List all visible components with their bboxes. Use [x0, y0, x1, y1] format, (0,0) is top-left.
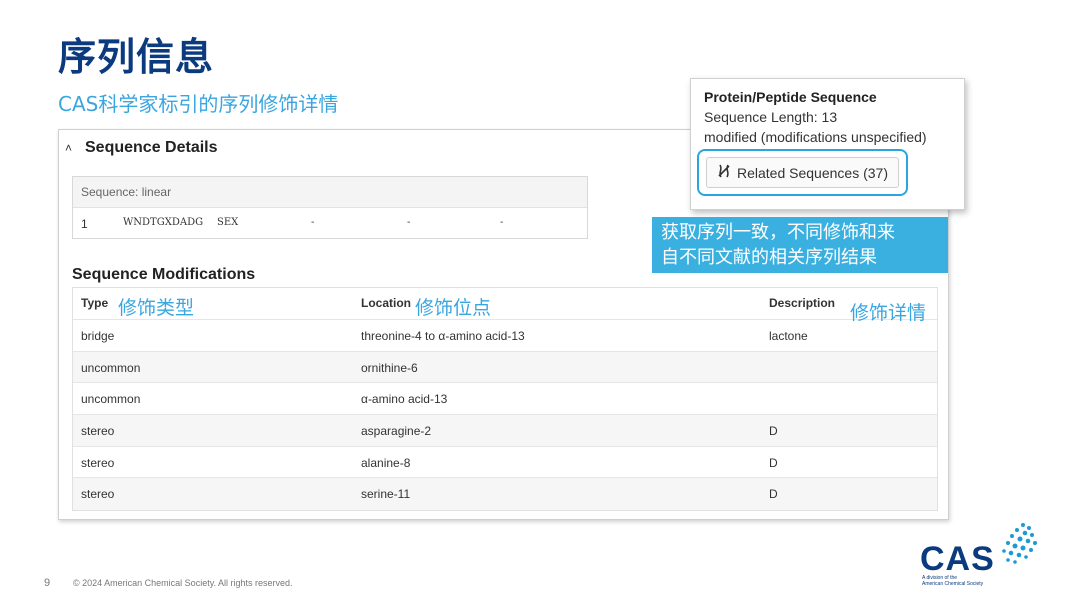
sequence-row-number: 1 [81, 217, 88, 231]
logo-dots-icon [1002, 523, 1037, 564]
page-number: 9 [44, 577, 51, 589]
cell-location: asparagine-2 [361, 424, 432, 439]
callout-line-2: 自不同文献的相关序列结果 [661, 247, 877, 268]
sequence-dash: - [407, 217, 411, 228]
cell-location: threonine-4 to α-amino acid-13 [361, 329, 525, 343]
callout-line-1: 获取序列一致，不同修饰和来 [661, 222, 895, 243]
cell-location: α-amino acid-13 [361, 392, 448, 407]
cell-description: D [769, 487, 778, 502]
slide-subtitle: CAS科学家标引的序列修饰详情 [58, 92, 339, 116]
column-header-location[interactable]: Location [361, 296, 411, 310]
annotation-location: 修饰位点 [415, 297, 492, 319]
panel-title: Sequence Details [85, 139, 218, 156]
sequence-dash: - [500, 217, 504, 228]
column-header-type[interactable]: Type [81, 296, 108, 310]
table-row: bridge threonine-4 to α-amino acid-13 la… [73, 320, 937, 352]
related-sequences-label: Related Sequences (37) [737, 164, 888, 181]
annotation-type: 修饰类型 [118, 297, 195, 319]
column-header-description[interactable]: Description [769, 296, 835, 310]
modification-status: modified (modifications unspecified) [704, 129, 927, 145]
sequence-header: Sequence: linear [73, 177, 587, 208]
sequence-dash: - [311, 217, 315, 228]
copyright-text: © 2024 American Chemical Society. All ri… [73, 578, 293, 588]
cell-type: stereo [81, 487, 115, 502]
modifications-table: Type 修饰类型 Location 修饰位点 Description 修饰详情… [72, 287, 938, 512]
sequence-length: Sequence Length: 13 [704, 109, 838, 125]
table-row: stereo asparagine-2 D [73, 415, 937, 447]
callout-note: 获取序列一致，不同修饰和来 自不同文献的相关序列结果 [652, 217, 948, 273]
cas-logo: CAS A division of the American Chemical … [920, 522, 1040, 592]
popup-title: Protein/Peptide Sequence [704, 89, 877, 105]
table-header-row: Type 修饰类型 Location 修饰位点 Description 修饰详情 [73, 288, 937, 324]
sequence-box: Sequence: linear 1 WNDTGXDADG SEX - - - [72, 176, 588, 239]
highlight-outline: Related Sequences (37) [697, 149, 908, 196]
cell-location: serine-11 [361, 487, 411, 502]
cell-type: uncommon [81, 360, 141, 375]
table-row: stereo serine-11 D [73, 478, 937, 511]
dna-icon [717, 164, 731, 181]
cell-description: D [769, 424, 778, 439]
table-row: uncommon α-amino acid-13 [73, 383, 937, 416]
cell-description: D [769, 455, 778, 470]
modifications-title: Sequence Modifications [72, 266, 256, 283]
cell-description: lactone [769, 329, 808, 343]
cell-type: stereo [81, 455, 115, 470]
logo-text: CAS [920, 540, 995, 578]
slide-title: 序列信息 [58, 35, 215, 79]
table-row: uncommon ornithine-6 [73, 351, 937, 384]
sequence-row: 1 WNDTGXDADG SEX - - - [73, 208, 587, 238]
table-row: stereo alanine-8 D [73, 447, 937, 479]
related-sequences-button[interactable]: Related Sequences (37) [706, 157, 899, 188]
cell-type: bridge [81, 329, 115, 343]
sequence-residues: WNDTGXDADG [123, 217, 204, 228]
cell-type: uncommon [81, 392, 141, 407]
cell-location: alanine-8 [361, 455, 411, 470]
chevron-up-icon[interactable]: ˄ [65, 141, 72, 155]
sequence-residues-2: SEX [217, 217, 239, 228]
sequence-popup: Protein/Peptide Sequence Sequence Length… [690, 78, 965, 210]
cell-location: ornithine-6 [361, 360, 418, 375]
logo-tagline: American Chemical Society [922, 581, 984, 587]
cell-type: stereo [81, 424, 115, 439]
